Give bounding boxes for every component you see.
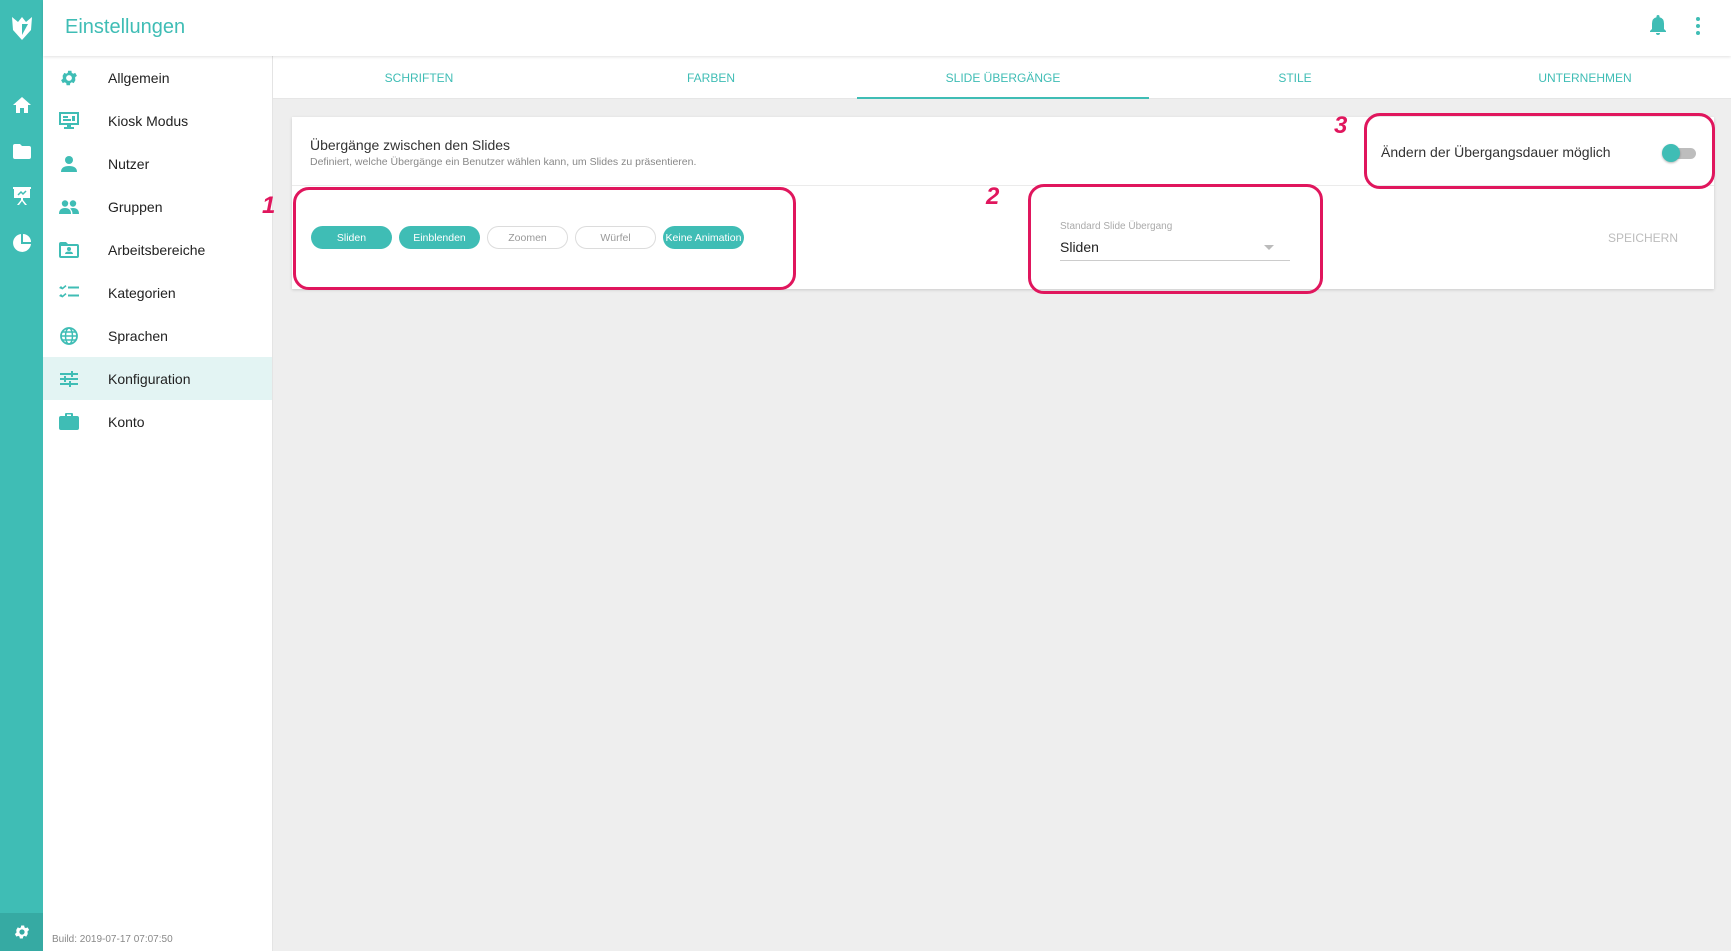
build-info: Build: 2019-07-17 07:07:50: [52, 934, 173, 945]
save-button[interactable]: SPEICHERN: [1608, 231, 1678, 245]
sidebar-item-label: Allgemein: [108, 69, 170, 86]
sidebar-item-konfiguration[interactable]: Konfiguration: [43, 357, 272, 400]
annotation-number-1: 1: [262, 192, 276, 219]
section-title: Übergänge zwischen den Slides: [310, 137, 511, 153]
checklist-icon: [56, 282, 82, 304]
briefcase-icon: [56, 411, 82, 433]
tab-slide-uebergaenge[interactable]: SLIDE ÜBERGÄNGE: [857, 56, 1149, 99]
group-icon: [56, 196, 82, 218]
app-rail: [0, 0, 43, 951]
notifications-button[interactable]: [1649, 15, 1667, 40]
home-icon: [12, 97, 31, 113]
settings-nav[interactable]: [0, 913, 43, 951]
sidebar-item-label: Arbeitsbereiche: [108, 241, 206, 258]
app-logo[interactable]: [0, 0, 43, 56]
highlight-box-1: [293, 187, 796, 290]
highlight-box-3: [1364, 113, 1715, 189]
sidebar-item-allgemein[interactable]: Allgemein: [43, 56, 272, 99]
sidebar-item-label: Nutzer: [108, 155, 150, 172]
presentation-icon: [12, 187, 31, 205]
sidebar-item-label: Konto: [108, 413, 145, 430]
gear-icon: [14, 925, 29, 939]
person-icon: [56, 153, 82, 175]
tune-icon: [56, 368, 82, 390]
bell-icon: [1650, 15, 1666, 35]
settings-tabs: SCHRIFTEN FARBEN SLIDE ÜBERGÄNGE STILE U…: [273, 56, 1731, 99]
globe-icon: [56, 325, 82, 347]
home-nav[interactable]: [0, 90, 43, 120]
section-description: Definiert, welche Übergänge ein Benutzer…: [310, 156, 697, 168]
folder-nav[interactable]: [0, 136, 43, 166]
tab-schriften[interactable]: SCHRIFTEN: [273, 56, 565, 99]
sidebar-item-label: Gruppen: [108, 198, 163, 215]
highlight-box-2: [1028, 184, 1323, 294]
annotation-number-3: 3: [1334, 112, 1348, 139]
sidebar-item-label: Konfiguration: [108, 370, 191, 387]
gear-icon: [56, 67, 82, 89]
analytics-nav[interactable]: [0, 228, 43, 258]
settings-sidebar: Allgemein Kiosk Modus Nutzer Gruppen Arb…: [43, 56, 273, 951]
sidebar-item-arbeitsbereiche[interactable]: Arbeitsbereiche: [43, 228, 272, 271]
tab-farben[interactable]: FARBEN: [565, 56, 857, 99]
sidebar-item-nutzer[interactable]: Nutzer: [43, 142, 272, 185]
folder-icon: [12, 143, 31, 159]
top-bar: Einstellungen: [43, 0, 1731, 56]
folder-shared-icon: [56, 239, 82, 261]
sidebar-item-label: Kiosk Modus: [108, 112, 189, 129]
sidebar-item-gruppen[interactable]: Gruppen: [43, 185, 272, 228]
more-vert-icon: [1696, 17, 1700, 35]
sidebar-item-sprachen[interactable]: Sprachen: [43, 314, 272, 357]
page-title: Einstellungen: [65, 16, 186, 38]
more-options-button[interactable]: [1695, 17, 1701, 40]
logo-icon: [11, 17, 32, 40]
annotation-number-2: 2: [986, 183, 1000, 210]
monitor-icon: [56, 110, 82, 132]
tab-stile[interactable]: STILE: [1149, 56, 1441, 99]
tab-unternehmen[interactable]: UNTERNEHMEN: [1439, 56, 1731, 99]
presentation-nav[interactable]: [0, 181, 43, 211]
sidebar-item-label: Sprachen: [108, 327, 168, 344]
sidebar-item-konto[interactable]: Konto: [43, 400, 272, 443]
pie-chart-icon: [12, 234, 31, 252]
sidebar-item-label: Kategorien: [108, 284, 176, 301]
sidebar-item-kiosk-modus[interactable]: Kiosk Modus: [43, 99, 272, 142]
sidebar-item-kategorien[interactable]: Kategorien: [43, 271, 272, 314]
